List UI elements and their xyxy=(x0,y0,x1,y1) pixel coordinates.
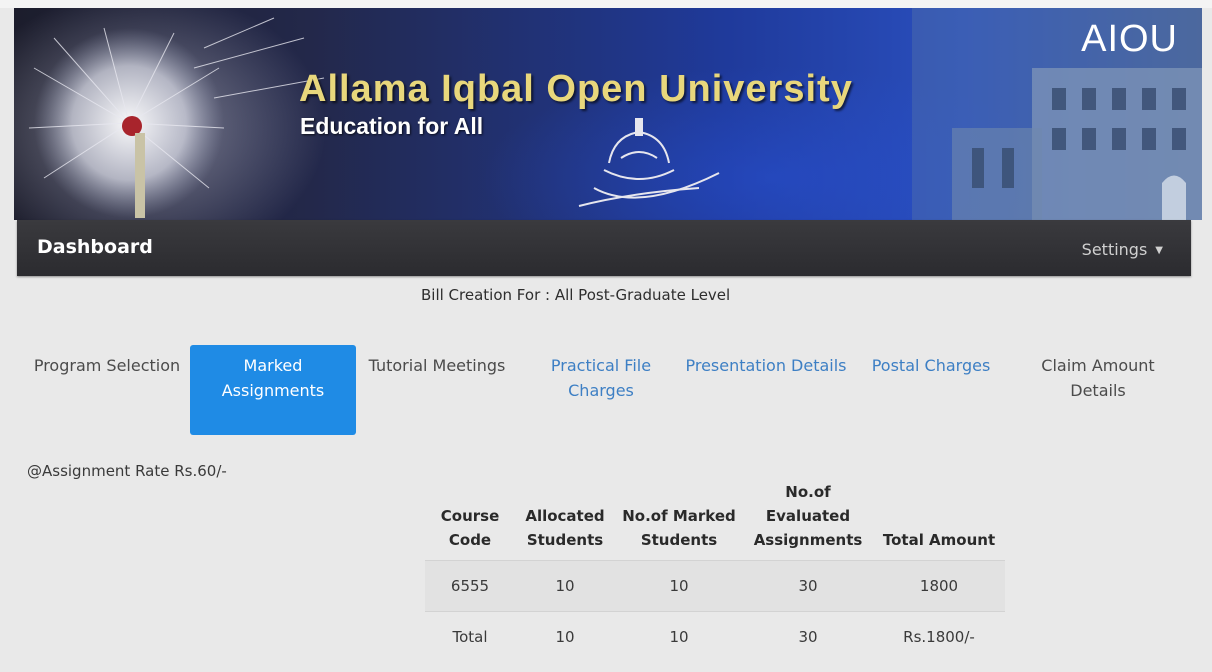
cell-total-label: Total xyxy=(452,628,488,646)
cell-total-amount-sum: Rs.1800/- xyxy=(903,628,975,646)
tab-postal-charges[interactable]: Postal Charges xyxy=(848,345,1014,435)
top-navbar: Dashboard Settings ▼ xyxy=(17,220,1191,276)
cell-course-code: 6555 xyxy=(450,577,490,595)
header-course-code: Course Code xyxy=(440,507,500,549)
tab-marked-assignments[interactable]: Marked Assignments xyxy=(190,345,356,435)
dashboard-link[interactable]: Dashboard xyxy=(37,236,153,258)
dandelion-image xyxy=(28,17,325,218)
table-row: 6555 10 10 30 1800 xyxy=(425,560,1005,611)
screen-edge xyxy=(0,0,1212,8)
university-name: Allama Iqbal Open University xyxy=(299,68,853,110)
university-banner: AIOU Allama Iqbal Open University Educat… xyxy=(14,8,1202,220)
header-allocated-students: Allocated Students xyxy=(525,507,605,549)
cell-marked-students: 10 xyxy=(669,577,689,595)
assignments-table: Course Code Allocated Students No.of Mar… xyxy=(425,472,1005,662)
tab-presentation-details[interactable]: Presentation Details xyxy=(683,345,849,435)
cell-total-marked: 10 xyxy=(669,628,689,646)
university-crest-icon xyxy=(578,118,720,207)
aiou-logo: AIOU xyxy=(1081,18,1178,60)
university-motto: Education for All xyxy=(300,113,484,139)
header-evaluated-assignments: No.of Evaluated Assignments xyxy=(753,483,863,549)
settings-dropdown[interactable]: Settings ▼ xyxy=(1082,240,1163,259)
cell-allocated-students: 10 xyxy=(555,577,575,595)
cell-total-evaluated: 30 xyxy=(798,628,818,646)
tab-practical-file-charges[interactable]: Practical File Charges xyxy=(518,345,684,435)
tab-tutorial-meetings[interactable]: Tutorial Meetings xyxy=(354,345,520,435)
cell-total-amount: 1800 xyxy=(919,577,959,595)
settings-label: Settings xyxy=(1081,240,1148,259)
header-marked-students: No.of Marked Students xyxy=(622,507,736,549)
table-header-row: Course Code Allocated Students No.of Mar… xyxy=(425,472,1005,560)
assignment-rate-text: @Assignment Rate Rs.60/- xyxy=(27,462,227,480)
caret-down-icon: ▼ xyxy=(1155,245,1163,256)
cell-evaluated-assignments: 30 xyxy=(798,577,818,595)
header-total-amount: Total Amount xyxy=(882,531,996,549)
cell-total-allocated: 10 xyxy=(555,628,575,646)
tab-claim-amount-details[interactable]: Claim Amount Details xyxy=(1015,345,1181,435)
tab-program-selection[interactable]: Program Selection xyxy=(24,345,190,435)
bill-creation-level: Bill Creation For : All Post-Graduate Le… xyxy=(421,286,731,304)
table-total-row: Total 10 10 30 Rs.1800/- xyxy=(425,611,1005,662)
